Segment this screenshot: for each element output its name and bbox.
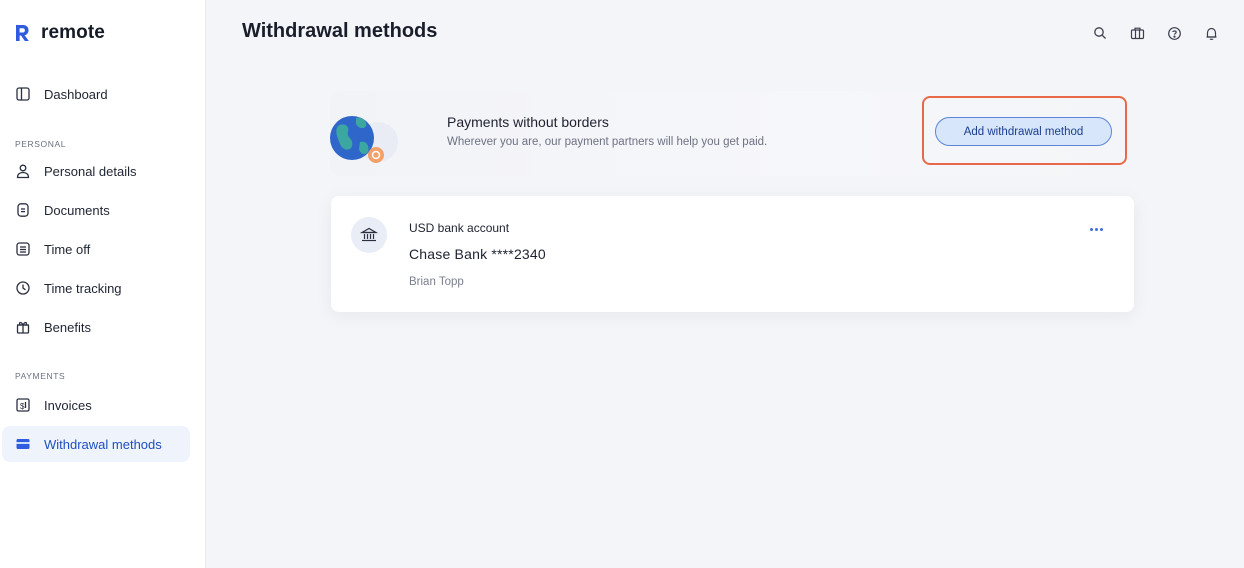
section-label-payments: PAYMENTS — [15, 371, 66, 381]
search-icon[interactable] — [1091, 24, 1109, 42]
sidebar-item-withdrawal-methods[interactable]: Withdrawal methods — [2, 426, 190, 462]
sidebar-item-dashboard[interactable]: Dashboard — [2, 76, 190, 112]
sidebar-item-label: Withdrawal methods — [44, 436, 162, 452]
globe-illustration-icon — [330, 108, 398, 164]
dot — [1089, 227, 1093, 231]
dashboard-icon — [14, 85, 32, 103]
promo-title: Payments without borders — [447, 114, 609, 130]
sidebar-item-personal-details[interactable]: Personal details — [2, 153, 190, 189]
clock-icon — [14, 279, 32, 297]
sidebar-item-label: Time tracking — [44, 280, 122, 296]
card-icon — [14, 435, 32, 453]
account-name: Chase Bank ****2340 — [409, 246, 546, 262]
more-options-icon[interactable] — [1084, 222, 1108, 236]
sidebar-item-time-off[interactable]: Time off — [2, 231, 190, 267]
sidebar-item-label: Benefits — [44, 319, 91, 335]
app-window: remote Dashboard PERSONAL Personal detai… — [0, 0, 1244, 568]
promo-subtitle: Wherever you are, our payment partners w… — [447, 136, 768, 148]
sidebar-item-benefits[interactable]: Benefits — [2, 309, 190, 345]
account-type: USD bank account — [409, 221, 510, 235]
invoice-icon: $ — [14, 396, 32, 414]
section-label-personal: PERSONAL — [15, 139, 67, 149]
dot — [1099, 227, 1103, 231]
help-icon[interactable] — [1165, 24, 1183, 42]
header-actions — [1091, 24, 1220, 42]
logo[interactable]: remote — [14, 22, 105, 44]
person-icon — [14, 162, 32, 180]
briefcase-icon[interactable] — [1128, 24, 1146, 42]
sidebar-item-label: Personal details — [44, 163, 137, 179]
gift-icon — [14, 318, 32, 336]
brand-name: remote — [41, 22, 105, 43]
sidebar: remote Dashboard PERSONAL Personal detai… — [0, 0, 206, 568]
sidebar-item-label: Documents — [44, 202, 110, 218]
main-content: Withdrawal methods Payments without bord… — [206, 0, 1244, 568]
document-icon — [14, 201, 32, 219]
remote-logo-icon — [14, 22, 32, 44]
sidebar-item-label: Invoices — [44, 397, 92, 413]
svg-text:$: $ — [20, 402, 25, 411]
page-title: Withdrawal methods — [242, 20, 438, 42]
calendar-icon — [14, 240, 32, 258]
bell-icon[interactable] — [1202, 24, 1220, 42]
bank-icon — [351, 217, 387, 253]
sidebar-item-label: Time off — [44, 241, 91, 257]
account-holder: Brian Topp — [409, 276, 464, 288]
sidebar-item-time-tracking[interactable]: Time tracking — [2, 270, 190, 306]
dot — [1094, 227, 1098, 231]
sidebar-item-documents[interactable]: Documents — [2, 192, 190, 228]
sidebar-item-label: Dashboard — [44, 86, 108, 102]
add-withdrawal-method-button[interactable]: Add withdrawal method — [935, 117, 1112, 146]
withdrawal-method-card[interactable]: USD bank account Chase Bank ****2340 Bri… — [331, 196, 1134, 312]
sidebar-item-invoices[interactable]: $ Invoices — [2, 387, 190, 423]
